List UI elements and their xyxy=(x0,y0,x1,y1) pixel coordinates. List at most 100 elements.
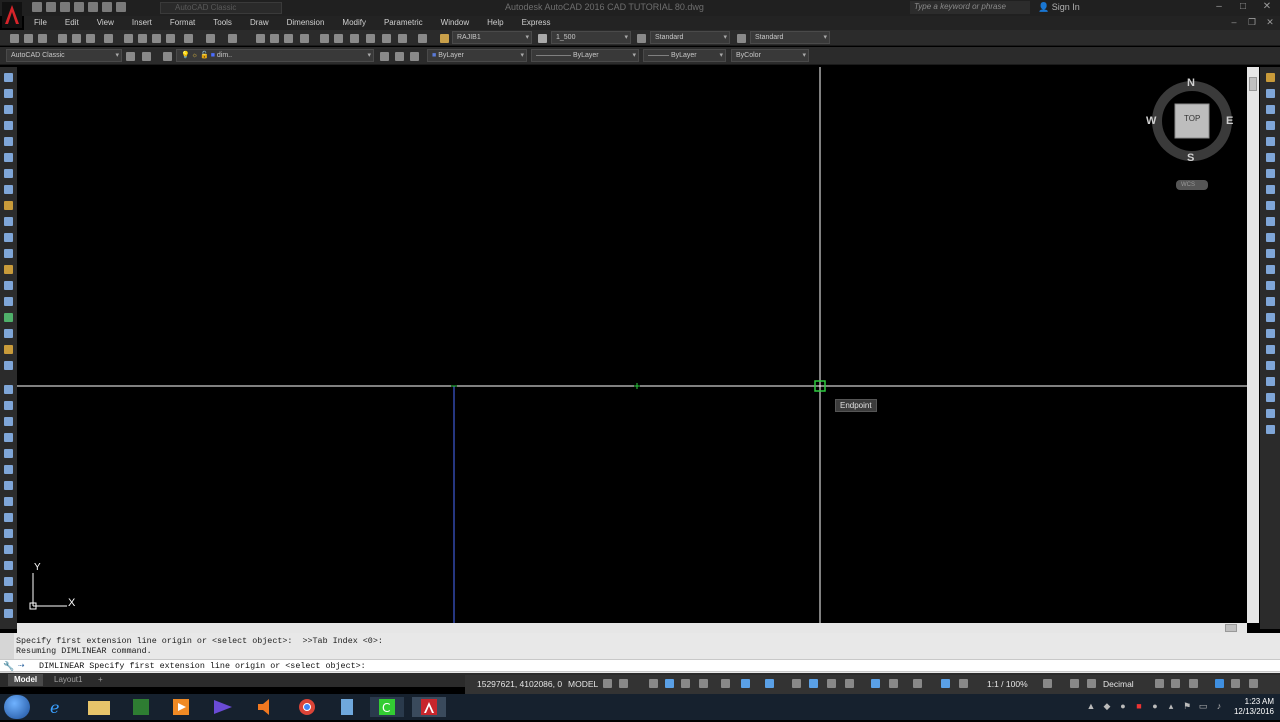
insert-block-icon[interactable] xyxy=(4,249,13,258)
polygon-icon[interactable] xyxy=(4,121,13,130)
print-icon[interactable] xyxy=(58,34,67,43)
move-icon[interactable] xyxy=(4,465,13,474)
construction-line-icon[interactable] xyxy=(4,89,13,98)
annotation-visibility-icon[interactable] xyxy=(941,679,950,688)
line-tool-icon[interactable] xyxy=(4,73,13,82)
workspace-switch-icon[interactable] xyxy=(1043,679,1052,688)
plot-style-select[interactable]: ByColor xyxy=(731,49,809,62)
start-button[interactable] xyxy=(4,695,30,719)
dim-style-icon[interactable] xyxy=(538,34,547,43)
table-style-icon[interactable] xyxy=(637,34,646,43)
stretch-icon[interactable] xyxy=(4,513,13,522)
mleader-style-select[interactable]: Standard xyxy=(750,31,830,44)
application-menu-button[interactable] xyxy=(2,2,22,28)
osnap-icon[interactable] xyxy=(765,679,774,688)
chamfer-icon[interactable] xyxy=(4,577,13,586)
menu-modify[interactable]: Modify xyxy=(332,16,374,30)
scale-icon[interactable] xyxy=(4,497,13,506)
maximize-icon[interactable]: □ xyxy=(1234,1,1252,13)
ellipse-arc-icon[interactable] xyxy=(4,233,13,242)
lock-ui-icon[interactable] xyxy=(1171,679,1180,688)
menu-express[interactable]: Express xyxy=(512,16,559,30)
rt-dim-ordinate-icon[interactable] xyxy=(1266,393,1275,402)
undo-tb-icon[interactable] xyxy=(206,34,215,43)
transparency-icon[interactable] xyxy=(809,679,818,688)
spline-icon[interactable] xyxy=(4,201,13,210)
gradient-icon[interactable] xyxy=(4,313,13,322)
auto-scale-icon[interactable] xyxy=(959,679,968,688)
save-as-icon[interactable] xyxy=(74,2,84,12)
tray-cloud-icon[interactable]: ● xyxy=(1117,700,1129,712)
dynamic-input-icon[interactable] xyxy=(665,679,674,688)
selection-cycling-icon[interactable] xyxy=(827,679,836,688)
autocad-taskbar-icon[interactable] xyxy=(412,697,446,717)
internet-explorer-icon[interactable]: e xyxy=(40,697,74,717)
tray-display-icon[interactable]: ▭ xyxy=(1197,700,1209,712)
clean-screen-icon[interactable] xyxy=(1231,679,1240,688)
layer-select[interactable]: 💡 ☼ 🔓 ■ dim.. xyxy=(176,49,374,62)
qnew-icon[interactable] xyxy=(10,34,19,43)
menu-window[interactable]: Window xyxy=(431,16,477,30)
doc-close-icon[interactable]: ✕ xyxy=(1264,17,1276,27)
extend-icon[interactable] xyxy=(4,545,13,554)
excel-icon[interactable] xyxy=(124,697,158,717)
doc-minimize-icon[interactable]: – xyxy=(1228,17,1240,27)
calculator-icon[interactable] xyxy=(330,697,364,717)
compass-south[interactable]: S xyxy=(1187,152,1194,164)
fillet-icon[interactable] xyxy=(4,593,13,602)
mirror-icon[interactable] xyxy=(4,417,13,426)
new-icon[interactable] xyxy=(32,2,42,12)
sheet-set-icon[interactable] xyxy=(366,34,375,43)
text-style-icon[interactable] xyxy=(440,34,449,43)
ortho-icon[interactable] xyxy=(681,679,690,688)
close-icon[interactable]: ✕ xyxy=(1258,1,1276,13)
zoom-previous-icon[interactable] xyxy=(300,34,309,43)
make-current-layer-icon[interactable] xyxy=(380,52,389,61)
text-style-select[interactable]: RAJIB1 xyxy=(452,31,532,44)
menu-file[interactable]: File xyxy=(24,16,55,30)
lineweight-select[interactable]: ――― ByLayer xyxy=(643,49,726,62)
cut-icon[interactable] xyxy=(124,34,133,43)
hatch-icon[interactable] xyxy=(4,297,13,306)
color-select[interactable]: ■ ByLayer xyxy=(427,49,527,62)
rt-move-icon[interactable] xyxy=(1266,153,1275,162)
tray-autodesk-icon[interactable]: ▲ xyxy=(1085,700,1097,712)
customize-command-icon[interactable]: 🔧 xyxy=(3,661,14,672)
infer-constraints-icon[interactable] xyxy=(649,679,658,688)
camtasia-icon[interactable]: C xyxy=(370,697,404,717)
point-icon[interactable] xyxy=(4,281,13,290)
units-icon[interactable] xyxy=(1087,679,1096,688)
compass-west[interactable]: W xyxy=(1146,115,1156,127)
horizontal-scrollbar[interactable] xyxy=(17,623,1247,633)
rt-join-icon[interactable] xyxy=(1266,265,1275,274)
redo-icon[interactable] xyxy=(116,2,126,12)
object-snap-tracking-icon[interactable] xyxy=(741,679,750,688)
coordinates-readout[interactable]: 15297621, 4102086, 0 xyxy=(477,679,562,689)
erase-icon[interactable] xyxy=(4,385,13,394)
match-properties-icon[interactable] xyxy=(166,34,175,43)
polyline-icon[interactable] xyxy=(4,105,13,114)
open-icon[interactable] xyxy=(46,2,56,12)
quickcalc-icon[interactable] xyxy=(398,34,407,43)
publish-icon[interactable] xyxy=(86,34,95,43)
vertical-scroll-thumb[interactable] xyxy=(1249,77,1257,91)
menu-draw[interactable]: Draw xyxy=(240,16,277,30)
sign-in-button[interactable]: 👤 Sign In xyxy=(1038,2,1080,13)
tray-network-icon[interactable]: ◆ xyxy=(1101,700,1113,712)
help-icon[interactable] xyxy=(418,34,427,43)
viewcube-top-face[interactable]: TOP xyxy=(1184,114,1200,123)
rt-offset-icon[interactable] xyxy=(1266,121,1275,130)
circle-icon[interactable] xyxy=(4,169,13,178)
horizontal-scroll-thumb[interactable] xyxy=(1225,624,1237,632)
revision-cloud-icon[interactable] xyxy=(4,185,13,194)
mtext-icon[interactable] xyxy=(4,361,13,370)
save-file-icon[interactable] xyxy=(38,34,47,43)
layer-states-icon[interactable] xyxy=(410,52,419,61)
rectangle-icon[interactable] xyxy=(4,137,13,146)
lineweight-icon[interactable] xyxy=(792,679,801,688)
table-style-select[interactable]: Standard xyxy=(650,31,730,44)
design-center-icon[interactable] xyxy=(334,34,343,43)
wcs-menu-button[interactable]: WCS xyxy=(1176,180,1208,190)
rt-chamfer-icon[interactable] xyxy=(1266,281,1275,290)
speaker-app-icon[interactable] xyxy=(248,697,282,717)
